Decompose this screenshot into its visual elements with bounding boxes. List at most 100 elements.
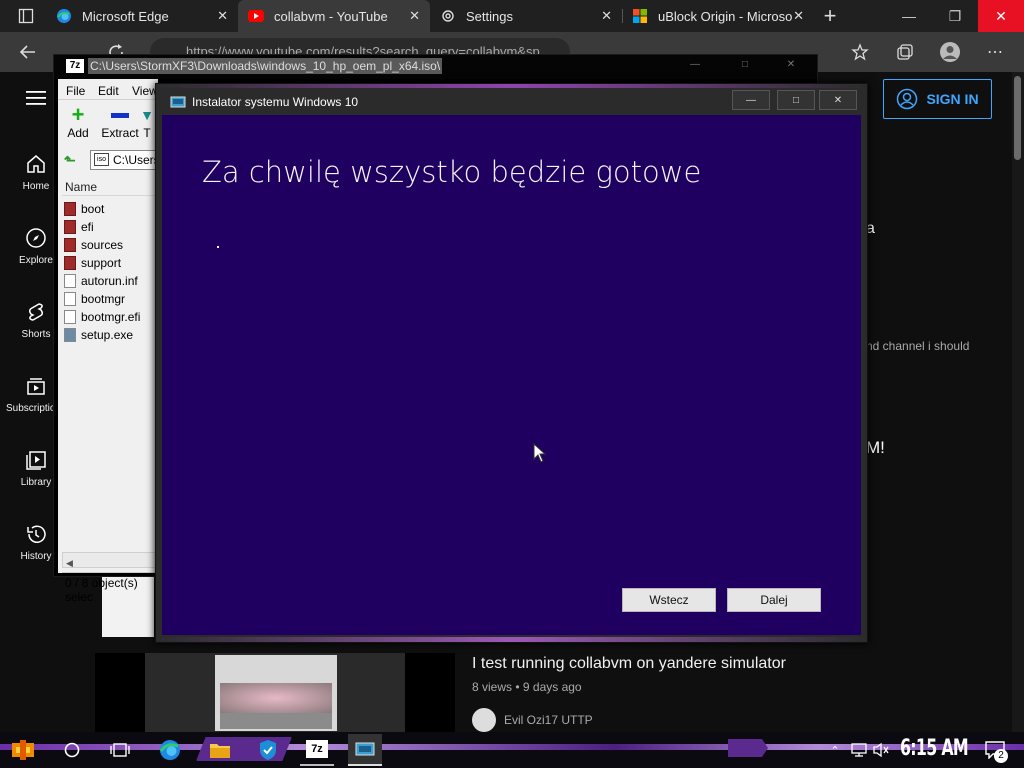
iso-icon: iso: [94, 153, 109, 166]
file-icon: [64, 310, 76, 324]
file-name: efi: [81, 220, 94, 234]
list-item[interactable]: efi: [64, 218, 94, 236]
scrollbar-thumb[interactable]: [1014, 76, 1021, 160]
sign-in-button[interactable]: SIGN IN: [883, 79, 992, 119]
menu-file[interactable]: File: [66, 84, 85, 98]
taskbar-clock[interactable]: 6:15 AM: [900, 736, 969, 761]
volume-muted-icon[interactable]: [864, 734, 898, 766]
sevenzip-logo-icon: 7z: [306, 740, 328, 758]
column-header-name[interactable]: Name: [62, 176, 158, 196]
progress-spinner-dot: [217, 246, 219, 248]
list-item[interactable]: bootmgr.efi: [64, 308, 140, 326]
file-name: boot: [81, 202, 105, 216]
minimize-icon[interactable]: —: [886, 0, 932, 32]
list-item[interactable]: autorun.inf: [64, 272, 138, 290]
task-view-button[interactable]: [103, 734, 137, 766]
list-item[interactable]: support: [64, 254, 121, 272]
more-menu-icon[interactable]: ⋯: [983, 40, 1007, 64]
list-item[interactable]: boot: [64, 200, 104, 218]
tab-microsoft-edge[interactable]: Microsoft Edge ✕: [46, 0, 238, 32]
start-button[interactable]: [6, 734, 40, 766]
channel-name[interactable]: Evil Ozi17 UTTP: [504, 713, 593, 727]
sevenzip-titlebar[interactable]: 7z C:\Users\StormXF3\Downloads\windows_1…: [54, 55, 817, 79]
video-title[interactable]: I test running collabvm on yandere simul…: [472, 655, 786, 673]
sidebar-item-label: Shorts: [21, 328, 51, 340]
account-icon: [897, 88, 918, 110]
back-arrow-icon[interactable]: [16, 40, 40, 64]
tab-title: Microsoft Edge: [82, 8, 169, 24]
file-name: sources: [81, 238, 124, 252]
sevenzip-path: C:\Users\StormXF3\Downloads\windows_10_h…: [88, 58, 443, 74]
favorites-icon[interactable]: [848, 40, 872, 64]
minimize-icon[interactable]: —: [680, 59, 710, 73]
status-bar: 0 / 8 object(s) selec: [62, 572, 158, 604]
close-tab-icon[interactable]: ✕: [217, 8, 228, 24]
folder-icon: [64, 238, 76, 252]
maximize-icon[interactable]: □: [777, 90, 815, 110]
windows-setup-icon: [355, 742, 375, 756]
file-name: bootmgr.efi: [81, 310, 141, 324]
address-field[interactable]: iso C:\Users: [90, 150, 158, 170]
installer-bottom-glow: [156, 637, 867, 642]
taskbar-windows-setup[interactable]: [348, 734, 382, 766]
partial-video-title: M!: [866, 438, 885, 457]
profile-avatar-icon[interactable]: [938, 40, 962, 64]
sidebar-item-label: Explore: [19, 254, 53, 266]
menu-edit[interactable]: Edit: [98, 84, 119, 98]
tab-ublock-origin[interactable]: uBlock Origin - Microso ✕: [622, 0, 814, 32]
sidebar-item-label: Home: [22, 180, 50, 192]
collections-icon[interactable]: [893, 40, 917, 64]
notification-badge: 2: [994, 749, 1008, 763]
file-name: setup.exe: [81, 328, 134, 342]
installer-content: Za chwilę wszystko będzie gotowe Wstecz …: [162, 115, 861, 635]
tab-actions-icon[interactable]: [14, 4, 38, 28]
close-icon[interactable]: ✕: [776, 59, 806, 73]
address-value: C:\Users: [113, 153, 158, 167]
menu-view[interactable]: View: [132, 84, 158, 98]
installer-title: Instalator systemu Windows 10: [192, 95, 359, 109]
minimize-icon[interactable]: —: [732, 90, 770, 110]
tab-collabvm-youtube[interactable]: collabvm - YouTube ✕: [238, 0, 430, 32]
close-window-icon[interactable]: ✕: [978, 0, 1024, 32]
task-view-icon: [110, 743, 130, 757]
close-icon[interactable]: ✕: [819, 90, 857, 110]
tab-title: collabvm - YouTube: [274, 8, 388, 24]
video-thumbnail[interactable]: [95, 653, 455, 733]
action-center-button[interactable]: 2: [978, 734, 1012, 766]
home-icon: [27, 154, 45, 173]
list-item[interactable]: setup.exe: [64, 326, 133, 344]
close-tab-icon[interactable]: ✕: [601, 8, 612, 24]
microsoft-icon: [632, 8, 648, 24]
channel-avatar[interactable]: [472, 708, 496, 732]
up-folder-icon[interactable]: ⬑: [64, 152, 80, 168]
taskbar-edge[interactable]: [153, 734, 187, 766]
history-icon: [27, 525, 46, 543]
list-item[interactable]: bootmgr: [64, 290, 125, 308]
file-icon: [64, 292, 76, 306]
video-meta: 8 views • 9 days ago: [472, 680, 582, 694]
close-tab-icon[interactable]: ✕: [793, 8, 804, 24]
exe-icon: [64, 328, 76, 342]
horizontal-scrollbar[interactable]: ◀: [62, 552, 158, 568]
add-button[interactable]: + Add: [56, 104, 100, 141]
taskbar-file-explorer[interactable]: [203, 734, 237, 766]
installer-heading: Za chwilę wszystko będzie gotowe: [202, 155, 702, 189]
taskbar-7zip[interactable]: 7z: [300, 734, 334, 766]
subscriptions-icon: [27, 377, 45, 395]
hamburger-menu-icon[interactable]: [24, 86, 48, 110]
next-button[interactable]: Dalej: [727, 588, 821, 612]
new-tab-button[interactable]: +: [818, 3, 842, 28]
tab-settings[interactable]: Settings ✕: [430, 0, 622, 32]
search-button[interactable]: [55, 734, 89, 766]
back-button[interactable]: Wstecz: [622, 588, 716, 612]
page-scrollbar[interactable]: [1012, 72, 1024, 732]
file-name: support: [81, 256, 122, 270]
taskbar-security[interactable]: [251, 734, 285, 766]
maximize-icon[interactable]: □: [730, 59, 760, 73]
compass-icon: [26, 227, 46, 248]
test-label: T: [143, 126, 151, 140]
list-item[interactable]: sources: [64, 236, 123, 254]
close-tab-icon[interactable]: ✕: [409, 8, 420, 24]
restore-icon[interactable]: ❐: [932, 0, 978, 32]
file-name: bootmgr: [81, 292, 126, 306]
